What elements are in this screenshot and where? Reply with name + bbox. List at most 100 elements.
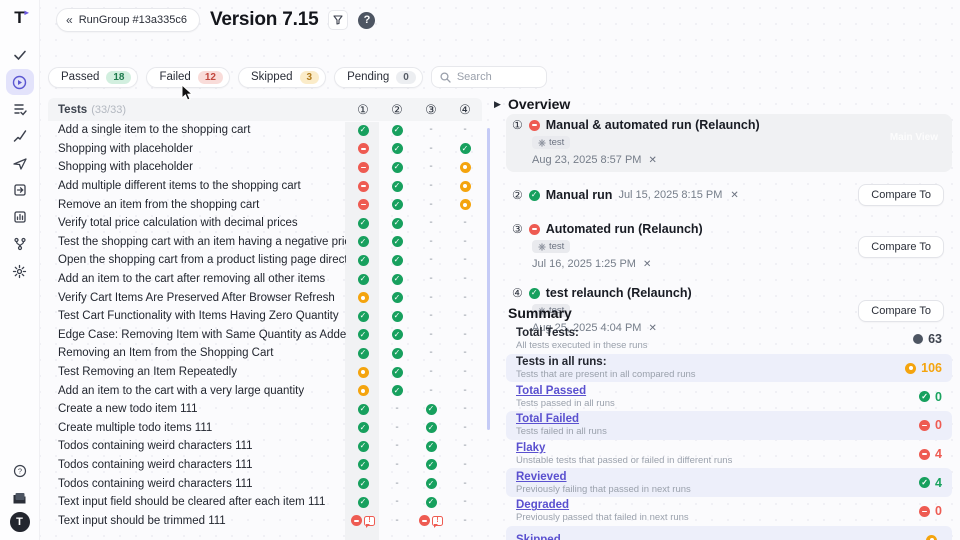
status-cell: ✓ [414, 404, 448, 415]
run-item[interactable]: ③Automated run (Relaunch)testJul 16, 202… [506, 218, 952, 276]
test-row[interactable]: Create a new todo item 111✓-✓- [48, 400, 482, 419]
run-tag[interactable]: test [532, 240, 570, 253]
test-row[interactable]: Todos containing weird characters 111✓-✓… [48, 456, 482, 475]
column-header-run-4[interactable]: ④ [448, 102, 482, 118]
test-row[interactable]: Shopping with placeholder✓- [48, 158, 482, 177]
remove-run-icon[interactable]: ✕ [648, 155, 656, 166]
status-pass-icon: ✓ [358, 125, 369, 136]
status-cell: - [448, 237, 482, 247]
status-skip-icon [460, 162, 471, 173]
test-row[interactable]: Removing an Item from the Shopping Cart✓… [48, 344, 482, 363]
sidebar-item-gear[interactable] [6, 258, 34, 284]
compare-to-button[interactable]: Compare To [858, 236, 944, 258]
launches-icon [13, 156, 27, 170]
test-row[interactable]: Edge Case: Removing Item with Same Quant… [48, 326, 482, 345]
summary-link[interactable]: Degraded [516, 499, 919, 512]
sidebar-item-folder[interactable] [6, 485, 34, 511]
user-avatar[interactable]: T [10, 512, 30, 532]
status-none-icon: - [395, 479, 398, 489]
status-cell: - [414, 181, 448, 191]
test-row[interactable]: Todos containing weird characters 111✓-✓… [48, 474, 482, 493]
comment-icon[interactable]: ! [364, 516, 375, 526]
summary-link[interactable]: Total Failed [516, 413, 919, 426]
sidebar-item-git-branch[interactable] [6, 231, 34, 257]
status-cell: - [414, 162, 448, 172]
column-header-run-2[interactable]: ② [380, 102, 414, 118]
test-row[interactable]: Todos containing weird characters 111✓-✓… [48, 437, 482, 456]
main-view-ghost-button[interactable]: Main View [890, 132, 938, 143]
status-cell: ✓ [380, 125, 414, 136]
sidebar-item-check[interactable] [6, 42, 34, 68]
test-row[interactable]: Add an item to the cart after removing a… [48, 270, 482, 289]
collapse-panel-icon[interactable]: ▶ [494, 99, 501, 110]
filter-chip-passed[interactable]: Passed18 [48, 67, 138, 88]
status-pass-icon: ✓ [529, 288, 540, 299]
sidebar-item-chart-frame[interactable] [6, 204, 34, 230]
status-fail-icon [529, 224, 540, 235]
comment-icon[interactable]: ! [432, 516, 443, 526]
run-column-headers: ①②③④ [346, 102, 482, 118]
sidebar-item-plane[interactable] [6, 150, 34, 176]
status-cell: - [414, 144, 448, 154]
status-cell: ✓ [346, 329, 380, 340]
status-fail-icon [419, 515, 430, 526]
status-cell: ✓ [346, 404, 380, 415]
summary-count: 4 [935, 476, 942, 490]
status-dash-icon: - [429, 330, 432, 340]
test-row[interactable]: Text input should be trimmed 111!-!- [48, 511, 482, 530]
summary-link[interactable]: Total Passed [516, 385, 919, 398]
remove-run-icon[interactable]: ✕ [730, 190, 738, 201]
column-header-run-1[interactable]: ① [346, 102, 380, 118]
filter-chip-skipped[interactable]: Skipped3 [238, 67, 326, 88]
status-dash-icon: - [429, 311, 432, 321]
filter-button[interactable] [328, 10, 348, 30]
test-row[interactable]: Add an item to the cart with a very larg… [48, 381, 482, 400]
test-row[interactable]: Shopping with placeholder✓-✓ [48, 140, 482, 159]
run-item[interactable]: ①Manual & automated run (Relaunch)testAu… [506, 114, 952, 172]
sidebar-item-box-arrow[interactable] [6, 177, 34, 203]
summary-link[interactable]: Skipped [516, 534, 926, 540]
test-row[interactable]: Text input field should be cleared after… [48, 493, 482, 512]
search-box [431, 66, 547, 88]
sidebar-item-list-check[interactable] [6, 96, 34, 122]
filter-chip-pending[interactable]: Pending0 [334, 67, 423, 88]
test-title: Test the shopping cart with an item havi… [58, 236, 346, 248]
status-cell: ✓ [414, 478, 448, 489]
summary-link[interactable]: Revieved [516, 471, 919, 484]
test-row[interactable]: Create multiple todo items 111✓-✓- [48, 419, 482, 438]
status-none-icon: - [463, 255, 466, 265]
remove-run-icon[interactable]: ✕ [643, 259, 651, 270]
search-input[interactable] [457, 71, 537, 83]
top-bar: « RunGroup #13a335c6 Version 7.15 ? [56, 7, 375, 33]
sidebar-item-run-play[interactable] [6, 69, 34, 95]
help-button[interactable]: ? [358, 12, 375, 29]
test-title: Verify Cart Items Are Preserved After Br… [58, 292, 346, 304]
status-pass-icon: ✓ [426, 459, 437, 470]
run-item[interactable]: ②✓Manual runJul 15, 2025 8:15 PM✕Compare… [506, 178, 952, 212]
test-row[interactable]: Test Removing an Item Repeatedly✓-- [48, 363, 482, 382]
status-dash-icon: - [463, 237, 466, 247]
test-row[interactable]: Remove an item from the shopping cart✓- [48, 195, 482, 214]
filter-chip-failed[interactable]: Failed12 [146, 67, 229, 88]
test-row[interactable]: Test the shopping cart with an item havi… [48, 233, 482, 252]
compare-to-button[interactable]: Compare To [858, 300, 944, 322]
test-row[interactable]: Add multiple different items to the shop… [48, 177, 482, 196]
app-logo[interactable]: T▸ [14, 8, 24, 28]
test-title: Todos containing weird characters 111 [58, 478, 346, 490]
run-number-icon: ② [512, 188, 523, 202]
test-row[interactable]: Test Cart Functionality with Items Havin… [48, 307, 482, 326]
test-row[interactable]: Add a single item to the shopping cart✓✓… [48, 121, 482, 140]
column-header-run-3[interactable]: ③ [414, 102, 448, 118]
sidebar-item-help-circle[interactable]: ? [6, 458, 34, 484]
vertical-scrollbar[interactable] [487, 128, 490, 430]
compare-to-button[interactable]: Compare To [858, 184, 944, 206]
rungroup-back-button[interactable]: « RunGroup #13a335c6 [56, 8, 200, 32]
test-row[interactable]: Verify total price calculation with deci… [48, 214, 482, 233]
test-row[interactable]: Open the shopping cart from a product li… [48, 251, 482, 270]
sidebar-item-pulse[interactable] [6, 123, 34, 149]
status-dash-icon: - [395, 516, 398, 526]
summary-link[interactable]: Flaky [516, 442, 919, 455]
test-row[interactable]: Verify Cart Items Are Preserved After Br… [48, 288, 482, 307]
summary-value: ✓4 [919, 476, 942, 490]
run-tag[interactable]: test [532, 136, 570, 149]
